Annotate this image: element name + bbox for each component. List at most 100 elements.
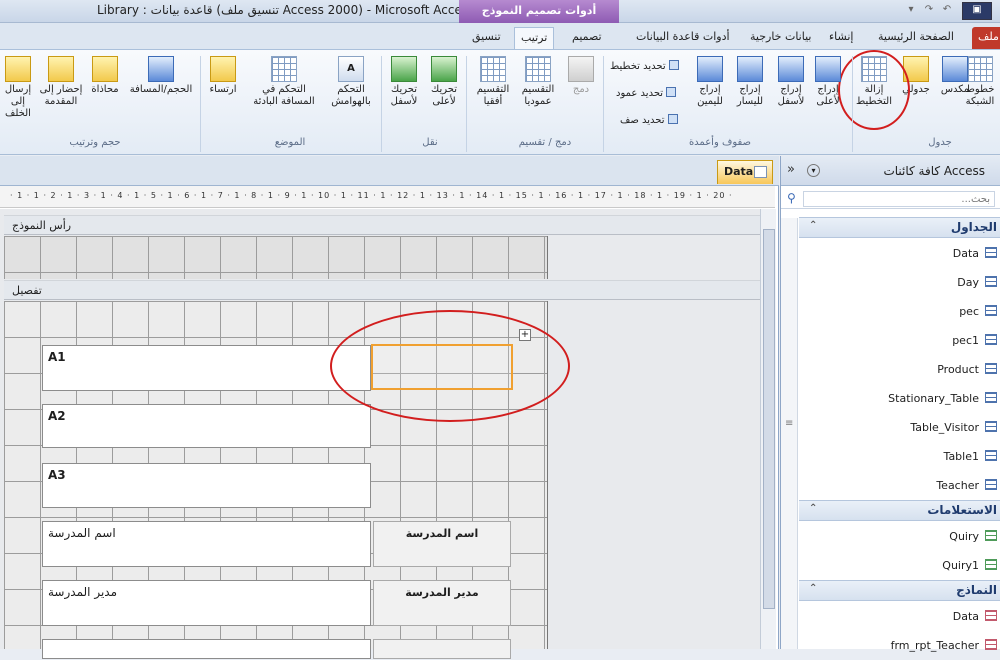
move-up-button[interactable]: تحريك لأعلى xyxy=(425,56,463,108)
split-vertical-icon xyxy=(525,56,551,82)
send-to-back-button[interactable]: إرسال إلى الخلف xyxy=(0,56,36,120)
select-layout-label: تحديد تخطيط xyxy=(610,61,666,72)
insert-right-icon xyxy=(697,56,723,82)
stacked-button[interactable]: مكدس xyxy=(938,56,972,96)
school-name-label[interactable]: اسم المدرسة xyxy=(373,521,511,567)
horizontal-ruler: · 1 · 1 · 2 · 1 · 3 · 1 · 4 · 1 · 5 · 1 … xyxy=(0,186,775,208)
control-margins-label: التحكم بالهوامش xyxy=(331,84,371,107)
bring-to-front-button[interactable]: إحضار إلى المقدمة xyxy=(38,56,84,108)
select-column-button[interactable]: تحديد عمود xyxy=(616,87,677,100)
nav-item-table-pec[interactable]: pec xyxy=(799,297,1000,326)
tab-format[interactable]: تنسيق xyxy=(466,27,507,49)
school-name-textbox[interactable]: اسم المدرسة xyxy=(42,521,371,567)
nav-item-query-quiry[interactable]: Quiry xyxy=(799,522,1000,551)
nav-item-table-product[interactable]: Product xyxy=(799,355,1000,384)
nav-item-table-table1[interactable]: Table1 xyxy=(799,442,1000,471)
group-separator xyxy=(852,56,853,152)
partial-textbox[interactable] xyxy=(42,639,371,659)
insert-above-button[interactable]: إدراج لأعلى xyxy=(808,56,848,108)
collapse-pane-icon[interactable]: » xyxy=(787,162,795,177)
move-down-label: تحريك لأسفل xyxy=(390,84,418,107)
tab-external-data[interactable]: بيانات خارجية xyxy=(744,27,817,49)
select-layout-button[interactable]: تحديد تخطيط xyxy=(610,60,679,73)
nav-scrollbar[interactable]: ≡ xyxy=(781,218,798,649)
nav-item-table-visitor[interactable]: Table_Visitor xyxy=(799,413,1000,442)
table-group-label: جدول xyxy=(928,137,952,148)
nav-item-label: Table1 xyxy=(943,450,979,463)
field-a2[interactable]: A2 xyxy=(42,404,371,448)
partial-label[interactable] xyxy=(373,639,511,659)
tab-arrange[interactable]: ترتيب xyxy=(514,27,555,49)
form-header-label: رأس النموذج xyxy=(12,219,72,232)
undo-icon[interactable]: ↶ xyxy=(940,3,954,17)
field-a1[interactable]: A1 xyxy=(42,345,371,391)
form-header-bar[interactable]: رأس النموذج xyxy=(4,215,760,235)
nav-pane-title: كافة كائنات Access xyxy=(883,164,985,178)
nav-search: ⚲ xyxy=(781,189,1000,209)
select-column-label: تحديد عمود xyxy=(616,88,664,99)
nav-search-input[interactable] xyxy=(803,191,995,207)
table-icon xyxy=(985,247,997,258)
nav-item-form-teacher[interactable]: frm_rpt_Teacher xyxy=(799,631,1000,660)
nav-item-table-pec1[interactable]: pec1 xyxy=(799,326,1000,355)
document-tab-data[interactable]: Data xyxy=(717,160,773,184)
nav-category-tables[interactable]: ⌃ الجداول xyxy=(799,217,1000,238)
nav-item-table-data[interactable]: Data xyxy=(799,239,1000,268)
category-label: الجداول xyxy=(950,220,997,234)
move-down-button[interactable]: تحريك لأسفل xyxy=(385,56,423,108)
nav-category-forms[interactable]: ⌃ النماذج xyxy=(799,580,1000,601)
stacked-label: مكدس xyxy=(940,84,970,95)
nav-pane-header[interactable]: » ▾ كافة كائنات Access xyxy=(781,156,1000,186)
insert-below-button[interactable]: إدراج لأسفل xyxy=(772,56,810,108)
control-margins-button[interactable]: A التحكم بالهوامش xyxy=(324,56,378,108)
bring-to-front-icon xyxy=(48,56,74,82)
scrollbar-thumb[interactable] xyxy=(763,229,775,609)
field-a3[interactable]: A3 xyxy=(42,463,371,508)
tab-file[interactable]: ملف xyxy=(972,27,1000,49)
control-padding-button[interactable]: التحكم في المسافة البادئة xyxy=(246,56,322,108)
tab-database-tools[interactable]: أدوات قاعدة البيانات xyxy=(630,27,736,49)
split-horizontal-button[interactable]: التقسيم أفقيا xyxy=(470,56,516,108)
navigation-pane: » ▾ كافة كائنات Access ⚲ ≡ ⌃ الجداول Dat… xyxy=(780,156,1000,652)
nav-item-form-data[interactable]: Data xyxy=(799,602,1000,631)
nav-item-query-quiry1[interactable]: Quiry1 xyxy=(799,551,1000,580)
redo-icon[interactable]: ↷ xyxy=(922,3,936,17)
group-separator xyxy=(603,56,604,152)
nav-item-table-teacher[interactable]: Teacher xyxy=(799,471,1000,500)
title-bar: Library : قاعدة بيانات (تنسيق ملف Access… xyxy=(0,0,1000,23)
anchoring-button[interactable]: ارتساء xyxy=(204,56,242,96)
tab-design[interactable]: تصميم xyxy=(566,27,608,49)
query-icon xyxy=(985,530,997,541)
principal-textbox[interactable]: مدير المدرسة xyxy=(42,580,371,626)
group-separator xyxy=(381,56,382,152)
tab-home[interactable]: الصفحة الرئيسية xyxy=(872,27,960,49)
align-button[interactable]: محاذاة xyxy=(86,56,124,96)
annotation-circle xyxy=(838,50,910,130)
insert-above-icon xyxy=(815,56,841,82)
window-title: Library : قاعدة بيانات (تنسيق ملف Access… xyxy=(97,3,475,17)
insert-left-button[interactable]: إدراج لليسار xyxy=(730,56,770,108)
merge-button[interactable]: دمج xyxy=(563,56,599,96)
size-space-button[interactable]: الحجم/المسافة xyxy=(126,56,196,96)
dropdown-icon[interactable]: ▾ xyxy=(904,3,918,17)
quick-access-toolbar: ▾ ↷ ↶ ▣ xyxy=(900,0,1000,22)
split-vertical-button[interactable]: التقسيم عموديا xyxy=(515,56,561,108)
nav-category-queries[interactable]: ⌃ الاستعلامات xyxy=(799,500,1000,521)
tab-create[interactable]: إنشاء xyxy=(823,27,859,49)
detail-bar[interactable]: تفصيل xyxy=(4,280,760,300)
insert-left-icon xyxy=(737,56,763,82)
insert-right-button[interactable]: إدراج لليمين xyxy=(690,56,730,108)
principal-label[interactable]: مدير المدرسة xyxy=(373,580,511,626)
select-row-button[interactable]: تحديد صف xyxy=(620,114,678,127)
table-icon xyxy=(985,479,997,490)
select-row-label: تحديد صف xyxy=(620,115,665,126)
nav-menu-dropdown-icon[interactable]: ▾ xyxy=(807,164,820,177)
insert-right-label: إدراج لليمين xyxy=(697,84,723,107)
save-icon[interactable]: ▣ xyxy=(962,2,992,20)
document-tab-label: Data xyxy=(724,165,754,178)
form-header-grid[interactable] xyxy=(4,236,548,279)
nav-item-table-stationary[interactable]: Stationary_Table xyxy=(799,384,1000,413)
nav-item-table-day[interactable]: Day xyxy=(799,268,1000,297)
vertical-scrollbar[interactable] xyxy=(760,209,776,649)
select-layout-icon xyxy=(668,60,679,70)
